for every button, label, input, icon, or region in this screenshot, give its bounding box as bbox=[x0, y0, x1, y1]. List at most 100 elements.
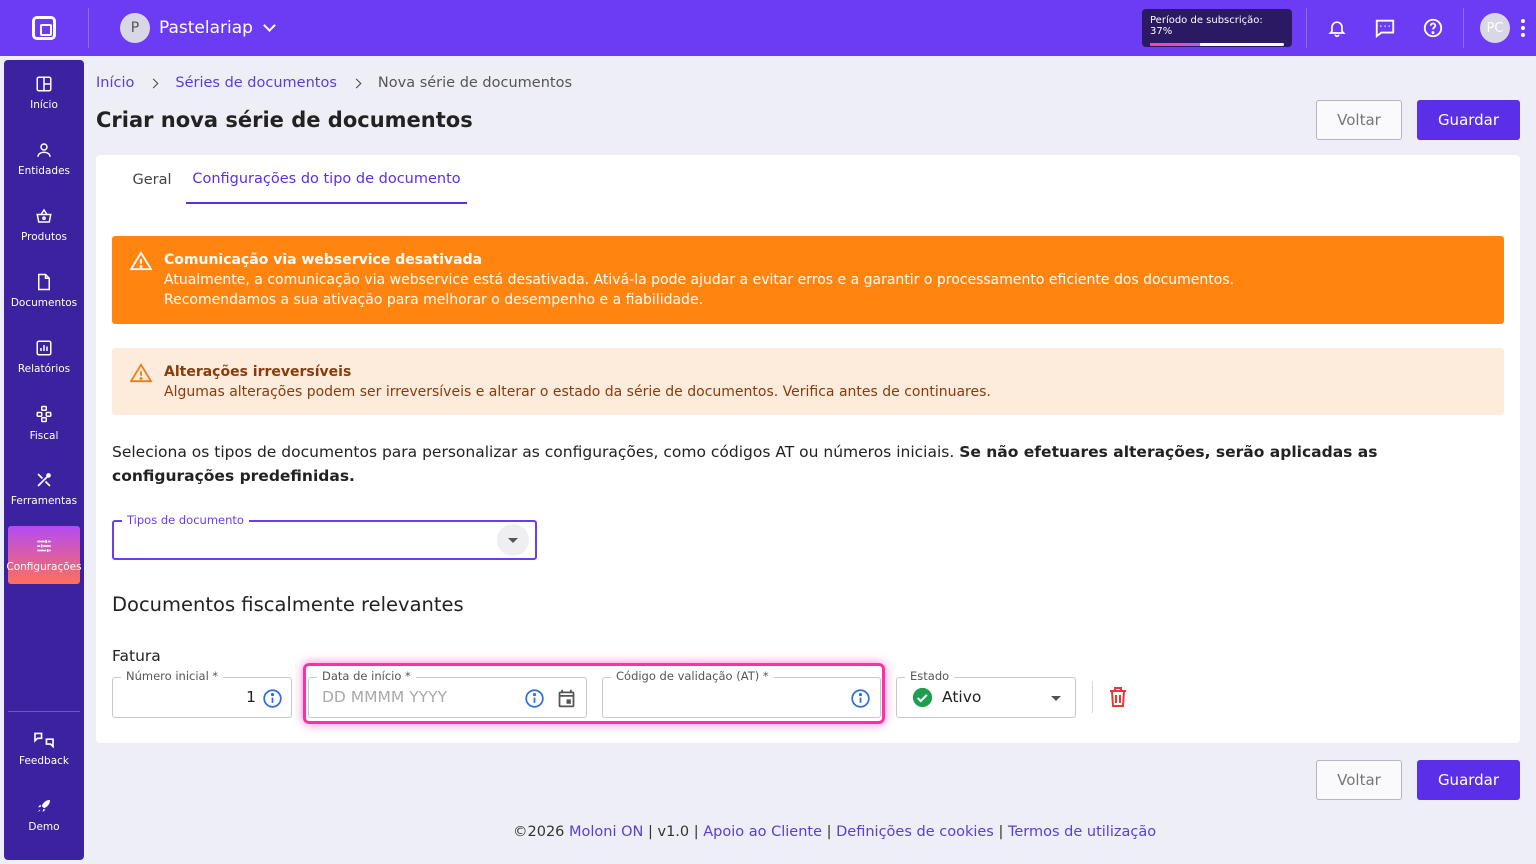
sidebar-item-label: Demo bbox=[28, 821, 60, 833]
sidebar-item-label: Ferramentas bbox=[10, 495, 78, 507]
sidebar-item-entidades[interactable]: Entidades bbox=[8, 130, 80, 188]
logo-icon bbox=[32, 16, 56, 40]
sidebar: Início Entidades Produtos Documentos Rel… bbox=[4, 60, 84, 860]
footer-support-link[interactable]: Apoio ao Cliente bbox=[703, 824, 822, 840]
fiscal-icon bbox=[36, 405, 52, 423]
warning-icon bbox=[130, 251, 152, 271]
tab-geral[interactable]: Geral bbox=[108, 155, 196, 204]
sidebar-item-feedback[interactable]: Feedback bbox=[8, 720, 80, 778]
description-normal: Seleciona os tipos de documentos para pe… bbox=[112, 443, 960, 461]
tab-configuracoes-tipo-documento[interactable]: Configurações do tipo de documento bbox=[186, 155, 467, 204]
delete-icon[interactable] bbox=[1108, 686, 1128, 708]
bell-icon bbox=[1328, 21, 1346, 38]
top-bar: P Pastelariap Período de subscrição: 37%… bbox=[0, 0, 1536, 56]
breadcrumb-current: Nova série de documentos bbox=[377, 75, 573, 91]
breadcrumb-home[interactable]: Início bbox=[96, 75, 134, 91]
info-icon[interactable] bbox=[262, 688, 283, 709]
sidebar-item-label: Entidades bbox=[17, 165, 71, 177]
divider bbox=[1092, 681, 1093, 713]
save-button-bottom[interactable]: Guardar bbox=[1417, 760, 1520, 800]
messages-button[interactable] bbox=[1361, 0, 1409, 56]
page-title: Criar nova série de documentos bbox=[96, 108, 473, 132]
state-label: Estado bbox=[905, 669, 955, 683]
document-type-name: Fatura bbox=[112, 647, 161, 665]
rocket-icon bbox=[38, 800, 50, 812]
subscription-label: Período de subscrição: 37% bbox=[1150, 15, 1263, 37]
chat-icon bbox=[1375, 19, 1395, 39]
sidebar-item-inicio[interactable]: Início bbox=[8, 64, 80, 122]
app-logo[interactable] bbox=[0, 0, 88, 56]
sidebar-item-label: Feedback bbox=[18, 755, 69, 767]
sidebar-item-label: Documentos bbox=[10, 297, 78, 309]
alert-text-line2: Recomendamos a sua ativação para melhora… bbox=[164, 292, 704, 308]
help-button[interactable] bbox=[1409, 0, 1457, 56]
document-types-select[interactable]: Tipos de documento bbox=[112, 513, 537, 560]
description-text: Seleciona os tipos de documentos para pe… bbox=[112, 440, 1472, 488]
footer-copyright: ©2026 bbox=[513, 824, 570, 840]
dropdown-toggle[interactable] bbox=[497, 524, 529, 556]
footer-version: | v1.0 | bbox=[643, 824, 704, 840]
sidebar-item-relatorios[interactable]: Relatórios bbox=[8, 328, 80, 386]
user-avatar[interactable]: PC bbox=[1480, 13, 1510, 43]
caret-down-icon bbox=[1051, 696, 1061, 701]
footer-brand-link[interactable]: Moloni ON bbox=[569, 824, 643, 840]
company-name: Pastelariap bbox=[159, 18, 253, 38]
notifications-button[interactable] bbox=[1313, 0, 1361, 56]
state-value: Ativo bbox=[942, 688, 982, 706]
feedback-icon bbox=[34, 732, 54, 749]
top-separator bbox=[1463, 8, 1464, 48]
sidebar-separator bbox=[8, 711, 80, 712]
webservice-warning-alert: Comunicação via webservice desativada At… bbox=[112, 236, 1504, 324]
dashboard-icon bbox=[36, 76, 52, 92]
irreversible-changes-alert: Alterações irreversíveis Algumas alteraç… bbox=[112, 348, 1504, 415]
company-avatar: P bbox=[120, 13, 150, 43]
initial-number-value: 1 bbox=[246, 688, 256, 706]
alert-title: Alterações irreversíveis bbox=[164, 364, 352, 380]
initial-number-field[interactable]: Número inicial * 1 bbox=[112, 669, 292, 718]
top-right-actions: Período de subscrição: 37% PC bbox=[1142, 0, 1536, 56]
document-types-label: Tipos de documento bbox=[122, 513, 249, 527]
sidebar-item-documentos[interactable]: Documentos bbox=[8, 262, 80, 320]
section-title: Documentos fiscalmente relevantes bbox=[112, 593, 464, 616]
sidebar-item-demo[interactable]: Demo bbox=[8, 786, 80, 844]
footer-terms-link[interactable]: Termos de utilização bbox=[1008, 824, 1156, 840]
document-icon bbox=[38, 273, 50, 291]
chevron-down-icon bbox=[263, 19, 276, 32]
tools-icon bbox=[37, 473, 51, 487]
more-menu-icon[interactable] bbox=[1510, 0, 1536, 56]
basket-icon bbox=[36, 208, 52, 223]
save-button[interactable]: Guardar bbox=[1417, 100, 1520, 140]
top-separator bbox=[1306, 8, 1307, 48]
sidebar-item-label: Configurações bbox=[6, 561, 82, 573]
alert-title: Comunicação via webservice desativada bbox=[164, 252, 483, 268]
report-icon bbox=[36, 340, 52, 356]
help-icon bbox=[1423, 18, 1443, 38]
initial-number-label: Número inicial * bbox=[121, 669, 224, 683]
sidebar-item-label: Fiscal bbox=[29, 430, 59, 442]
chevron-right-icon bbox=[351, 78, 362, 88]
sidebar-item-label: Produtos bbox=[21, 231, 67, 243]
alert-text: Algumas alterações podem ser irreversíve… bbox=[164, 384, 991, 400]
sidebar-item-configuracoes[interactable]: Configurações bbox=[6, 526, 82, 584]
footer-cookies-link[interactable]: Definições de cookies bbox=[836, 824, 994, 840]
breadcrumb-parent[interactable]: Séries de documentos bbox=[175, 75, 337, 91]
back-button-bottom[interactable]: Voltar bbox=[1316, 760, 1402, 800]
back-button[interactable]: Voltar bbox=[1316, 100, 1402, 140]
breadcrumb: Início Séries de documentos Nova série d… bbox=[96, 75, 572, 91]
company-selector[interactable]: P Pastelariap bbox=[120, 13, 276, 43]
main-card: Geral Configurações do tipo de documento… bbox=[96, 155, 1520, 743]
warning-icon bbox=[130, 363, 152, 383]
top-divider bbox=[88, 8, 89, 48]
highlight-box bbox=[303, 663, 885, 724]
sidebar-item-produtos[interactable]: Produtos bbox=[8, 196, 80, 254]
person-icon bbox=[37, 143, 51, 157]
footer-separator: | bbox=[822, 824, 837, 840]
state-select[interactable]: Estado Ativo bbox=[896, 669, 1076, 718]
settings-icon bbox=[37, 540, 51, 552]
sidebar-item-ferramentas[interactable]: Ferramentas bbox=[8, 460, 80, 518]
footer-separator: | bbox=[993, 824, 1008, 840]
sidebar-item-label: Relatórios bbox=[17, 363, 71, 375]
subscription-progress-fill bbox=[1150, 43, 1200, 46]
subscription-period[interactable]: Período de subscrição: 37% bbox=[1142, 9, 1292, 47]
sidebar-item-fiscal[interactable]: Fiscal bbox=[8, 394, 80, 452]
